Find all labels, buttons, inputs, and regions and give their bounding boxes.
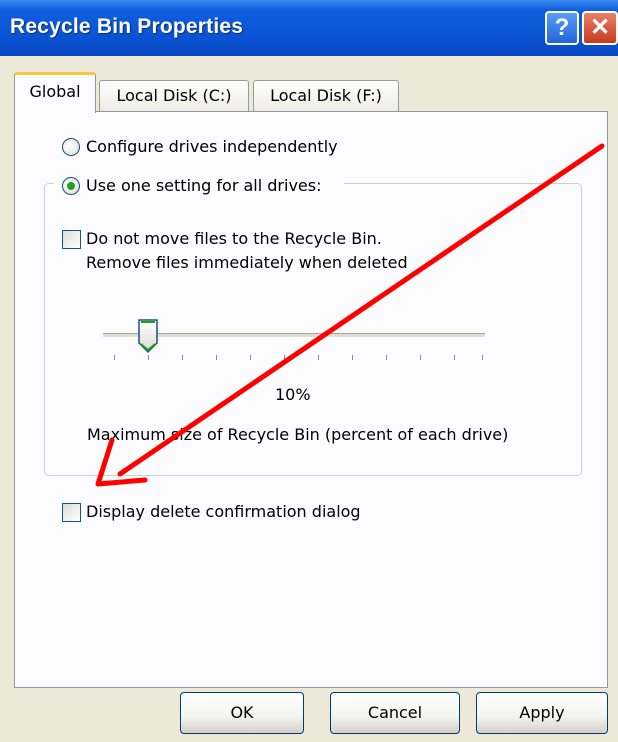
do-not-move-checkbox[interactable] xyxy=(62,230,81,249)
do-not-move-label-line1[interactable]: Do not move files to the Recycle Bin. xyxy=(86,229,382,248)
radio-use-one-setting[interactable] xyxy=(62,177,80,195)
cancel-button[interactable]: Cancel xyxy=(330,692,460,734)
slider-tick xyxy=(182,355,183,360)
slider-tick xyxy=(148,355,149,360)
recycle-bin-size-slider-track[interactable] xyxy=(103,333,485,338)
slider-tick xyxy=(386,355,387,360)
slider-value-label: 10% xyxy=(275,385,311,404)
tab-local-disk-f[interactable]: Local Disk (F:) xyxy=(253,80,399,112)
window-title: Recycle Bin Properties xyxy=(10,15,244,38)
title-bar[interactable]: Recycle Bin Properties ? ✕ xyxy=(0,0,618,56)
slider-tick xyxy=(250,355,251,360)
slider-tick xyxy=(114,355,115,360)
slider-tick xyxy=(482,355,483,360)
slider-tick xyxy=(454,355,455,360)
recycle-bin-properties-window: Recycle Bin Properties ? ✕ Global Local … xyxy=(0,0,618,742)
slider-caption: Maximum size of Recycle Bin (percent of … xyxy=(87,425,509,444)
display-confirmation-label[interactable]: Display delete confirmation dialog xyxy=(86,502,361,521)
do-not-move-label-line2: Remove files immediately when deleted xyxy=(86,253,408,272)
ok-button[interactable]: OK xyxy=(180,692,304,734)
apply-button[interactable]: Apply xyxy=(476,692,608,734)
help-icon[interactable]: ? xyxy=(545,11,579,45)
slider-tick xyxy=(216,355,217,360)
tab-local-disk-c[interactable]: Local Disk (C:) xyxy=(99,80,249,112)
radio-configure-independently-label[interactable]: Configure drives independently xyxy=(86,137,338,156)
slider-tick xyxy=(284,355,285,360)
radio-use-one-setting-label[interactable]: Use one setting for all drives: xyxy=(86,176,321,195)
radio-selected-dot xyxy=(67,182,75,190)
slider-tick xyxy=(420,355,421,360)
slider-tick xyxy=(352,355,353,360)
radio-configure-independently[interactable] xyxy=(62,138,80,156)
close-icon[interactable]: ✕ xyxy=(582,11,618,45)
slider-thumb-icon[interactable] xyxy=(137,318,159,354)
display-confirmation-checkbox[interactable] xyxy=(62,503,81,522)
slider-tick xyxy=(318,355,319,360)
tab-global[interactable]: Global xyxy=(14,72,96,113)
